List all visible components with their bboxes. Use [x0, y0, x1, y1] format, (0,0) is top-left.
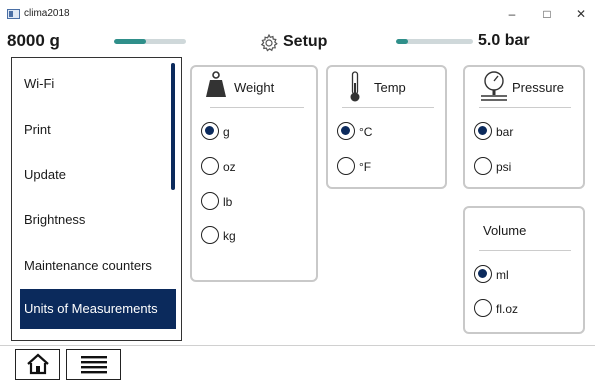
weight-level-fill: [114, 39, 147, 44]
sidebar-item-label: Update: [24, 167, 66, 182]
radio-label: g: [223, 125, 230, 139]
sidebar-item-label: Wi-Fi: [24, 76, 55, 91]
radio-circle[interactable]: [337, 122, 355, 140]
menu-icon: [81, 356, 107, 374]
window-title: clima2018: [24, 8, 70, 19]
pressure-group: Pressure bar psi: [463, 65, 585, 189]
bottom-divider: [0, 345, 595, 346]
weight-icon: [206, 71, 226, 97]
sidebar-item-wifi[interactable]: Wi-Fi: [20, 64, 175, 104]
home-icon: [27, 353, 49, 375]
sidebar-item-label: Brightness: [24, 212, 86, 227]
thermometer-icon: [350, 71, 360, 102]
pressure-level-bar: [396, 39, 473, 44]
volume-divider: [479, 250, 571, 251]
weight-group-title: Weight: [234, 80, 275, 95]
weight-readout: 8000 g: [7, 31, 60, 50]
radio-label: kg: [223, 229, 236, 243]
radio-label: °C: [359, 125, 373, 139]
temp-divider: [342, 107, 434, 108]
pressure-divider: [479, 107, 571, 108]
radio-label: ml: [496, 268, 509, 282]
sidebar-item-units-of-measurements[interactable]: Units of Measurements: [20, 289, 176, 329]
volume-group: Volume ml fl.oz: [463, 206, 585, 334]
app-icon: [7, 9, 20, 19]
radio-circle[interactable]: [474, 157, 492, 175]
sidebar-scrollbar-thumb[interactable]: [171, 63, 175, 190]
sidebar-item-maintenance-counters[interactable]: Maintenance counters: [20, 246, 175, 286]
home-button[interactable]: [15, 349, 60, 380]
menu-button[interactable]: [66, 349, 121, 380]
radio-label: °F: [359, 160, 372, 174]
title-bar: clima2018 – □ ✕: [0, 0, 595, 28]
volume-group-title: Volume: [483, 223, 527, 238]
sidebar-item-label: Print: [24, 122, 51, 137]
sidebar-item-label: Maintenance counters: [24, 258, 152, 273]
radio-circle[interactable]: [201, 192, 219, 210]
radio-circle[interactable]: [474, 122, 492, 140]
minimize-button[interactable]: –: [497, 5, 527, 23]
pressure-level-fill: [396, 39, 408, 44]
setup-title: Setup: [283, 33, 328, 50]
gear-icon: [260, 33, 278, 52]
sidebar-item-update[interactable]: Update: [20, 155, 175, 195]
sidebar-item-brightness[interactable]: Brightness: [20, 200, 175, 240]
temp-group: Temp °C °F: [326, 65, 447, 189]
sidebar-item-label: Units of Measurements: [24, 301, 158, 316]
radio-circle[interactable]: [201, 157, 219, 175]
radio-circle[interactable]: [474, 265, 492, 283]
pressure-gauge-icon: [481, 71, 507, 101]
weight-group: Weight g oz lb kg: [190, 65, 318, 282]
maximize-button[interactable]: □: [532, 5, 562, 23]
radio-circle[interactable]: [474, 299, 492, 317]
weight-divider: [210, 107, 304, 108]
sidebar-item-print[interactable]: Print: [20, 110, 175, 150]
close-button[interactable]: ✕: [566, 5, 595, 23]
temp-group-title: Temp: [374, 80, 406, 95]
radio-label: lb: [223, 195, 233, 209]
radio-circle[interactable]: [337, 157, 355, 175]
radio-circle[interactable]: [201, 226, 219, 244]
pressure-readout: 5.0 bar: [478, 32, 530, 49]
radio-label: psi: [496, 160, 512, 174]
pressure-group-title: Pressure: [512, 80, 565, 95]
weight-level-bar: [114, 39, 186, 44]
radio-label: fl.oz: [496, 302, 519, 316]
radio-label: oz: [223, 160, 236, 174]
settings-sidebar: Wi-Fi Print Update Brightness Maintenanc…: [11, 57, 182, 341]
radio-label: bar: [496, 125, 514, 139]
radio-circle[interactable]: [201, 122, 219, 140]
